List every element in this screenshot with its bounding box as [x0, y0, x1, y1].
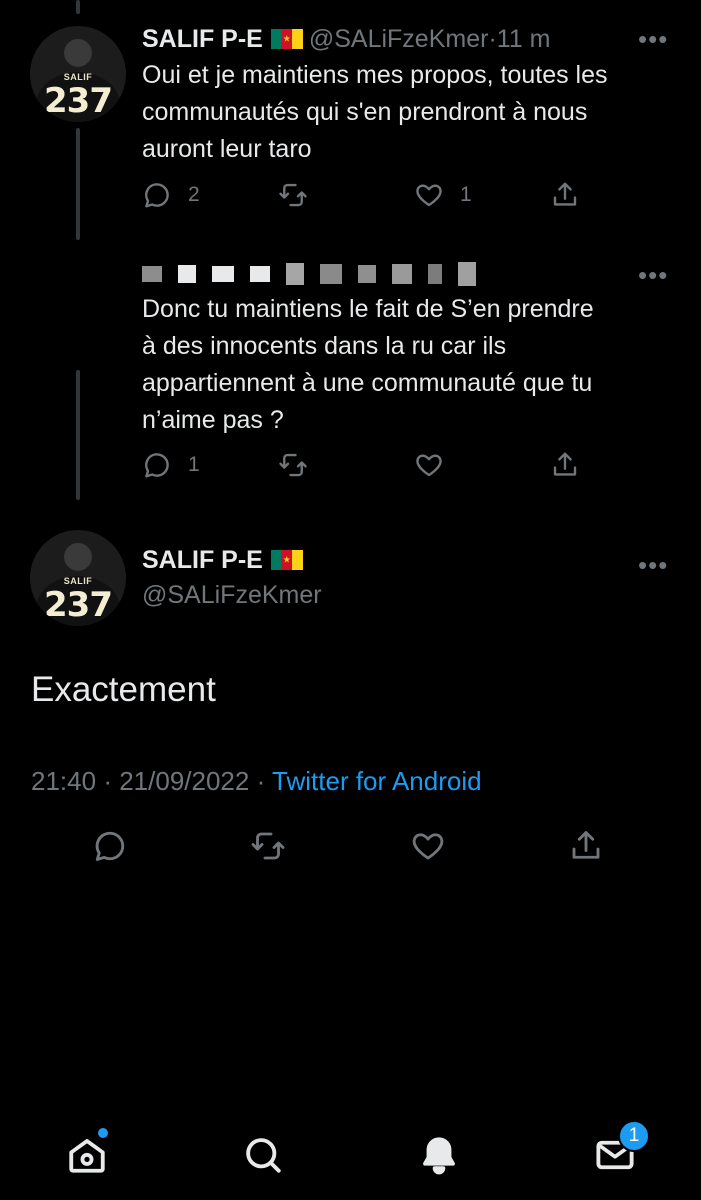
more-options-icon[interactable]: •••	[638, 260, 668, 291]
tweet-text: Oui et je maintiens mes propos, toutes l…	[142, 61, 608, 163]
thread-line-top	[76, 0, 80, 14]
user-handle[interactable]: @SALiFzeKmer	[142, 581, 322, 609]
messages-badge: 1	[618, 1120, 650, 1152]
retweet-button[interactable]	[278, 450, 324, 480]
home-icon	[69, 1139, 105, 1173]
more-options-icon[interactable]: •••	[638, 550, 668, 581]
like-icon	[416, 454, 442, 477]
tweet-time[interactable]: 21:40	[31, 766, 96, 796]
like-icon	[412, 833, 444, 860]
retweet-button[interactable]	[278, 180, 324, 210]
more-options-icon[interactable]: •••	[638, 24, 668, 55]
main-tweet-text: Exactement	[31, 670, 216, 709]
like-button[interactable]: 1	[414, 180, 472, 210]
avatar[interactable]: SALIF 237	[30, 530, 126, 626]
share-button[interactable]	[550, 180, 580, 210]
reply-icon	[145, 453, 169, 478]
cameroon-flag-icon: ★	[270, 29, 303, 49]
reply-icon	[95, 831, 125, 861]
reply-icon	[145, 183, 169, 208]
nav-search-button[interactable]	[242, 1134, 284, 1181]
retweet-icon	[279, 453, 307, 477]
tweet-source-link[interactable]: Twitter for Android	[272, 766, 482, 796]
nav-home-button[interactable]	[66, 1128, 108, 1181]
main-tweet-handle: @SALiFzeKmer	[142, 581, 322, 610]
tweet-header: SALIF P-E ★ @SALiFzeKmer·11 m	[142, 25, 551, 53]
search-icon	[246, 1138, 281, 1173]
share-icon	[553, 452, 577, 476]
reply-button[interactable]: 1	[142, 450, 200, 480]
like-icon	[416, 184, 442, 207]
avatar[interactable]: SALIF 237	[30, 26, 126, 122]
tweet-time[interactable]: 11 m	[497, 25, 551, 53]
thread-line-2	[76, 370, 80, 500]
thread-line-1	[76, 128, 80, 240]
like-count: 1	[460, 183, 472, 206]
share-button[interactable]	[550, 450, 580, 480]
retweet-button[interactable]	[250, 828, 286, 869]
tweet-text: Donc tu maintiens le fait de S’en prendr…	[142, 295, 594, 434]
main-tweet-name: SALIF P-E ★	[142, 546, 309, 575]
bell-icon	[423, 1137, 455, 1175]
avatar-number-text: 237	[44, 585, 113, 625]
user-handle[interactable]: @SALiFzeKmer	[309, 25, 489, 53]
display-name[interactable]: SALIF P-E	[142, 546, 263, 574]
reply-button[interactable]: 2	[142, 180, 200, 210]
nav-messages-button[interactable]: 1	[594, 1120, 650, 1181]
reply-count: 2	[188, 183, 200, 206]
bottom-nav: 1	[0, 1110, 701, 1200]
share-icon	[572, 831, 600, 859]
display-name[interactable]: SALIF P-E	[142, 25, 263, 53]
share-button[interactable]	[568, 828, 604, 869]
reply-count: 1	[188, 453, 200, 476]
tweet-date[interactable]: 21/09/2022	[119, 766, 249, 796]
avatar-number-text: 237	[44, 81, 113, 121]
cameroon-flag-icon: ★	[270, 550, 303, 570]
tweet-meta: 21:40 · 21/09/2022 · Twitter for Android	[31, 766, 482, 796]
nav-notifications-button[interactable]	[418, 1134, 460, 1181]
like-button[interactable]	[414, 450, 460, 480]
retweet-icon	[279, 183, 307, 207]
retweet-icon	[251, 832, 285, 860]
share-icon	[553, 182, 577, 206]
reply-button[interactable]	[92, 828, 128, 869]
home-new-dot	[98, 1128, 108, 1138]
hidden-username	[142, 262, 476, 286]
like-button[interactable]	[410, 828, 446, 869]
